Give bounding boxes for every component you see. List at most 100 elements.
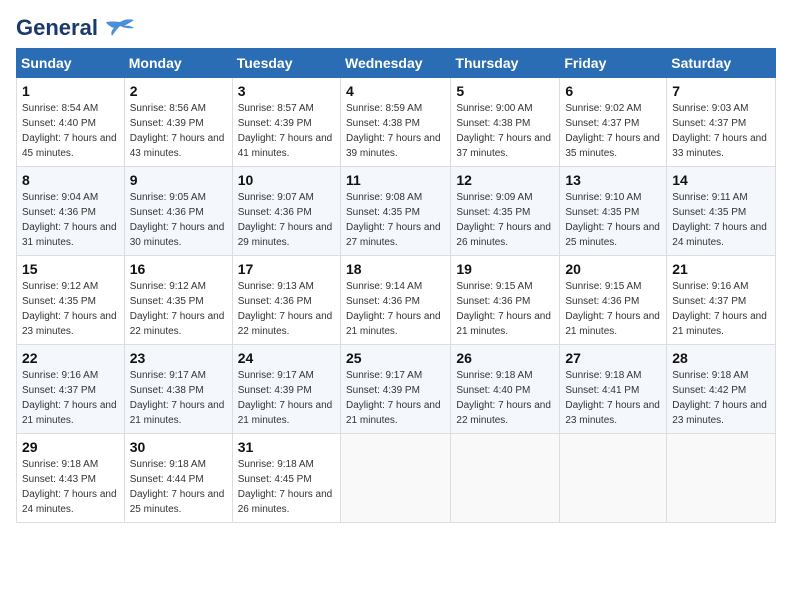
calendar-cell: 4 Sunrise: 8:59 AMSunset: 4:38 PMDayligh… [341, 78, 451, 167]
calendar-cell: 15 Sunrise: 9:12 AMSunset: 4:35 PMDaylig… [17, 256, 125, 345]
weekday-header-monday: Monday [124, 49, 232, 78]
day-detail: Sunrise: 9:18 AMSunset: 4:45 PMDaylight:… [238, 459, 333, 515]
calendar-table: SundayMondayTuesdayWednesdayThursdayFrid… [16, 48, 776, 523]
calendar-week-row: 8 Sunrise: 9:04 AMSunset: 4:36 PMDayligh… [17, 167, 776, 256]
weekday-header-thursday: Thursday [451, 49, 560, 78]
weekday-header-saturday: Saturday [667, 49, 776, 78]
calendar-cell: 8 Sunrise: 9:04 AMSunset: 4:36 PMDayligh… [17, 167, 125, 256]
calendar-cell: 1 Sunrise: 8:54 AMSunset: 4:40 PMDayligh… [17, 78, 125, 167]
day-number: 5 [456, 83, 554, 99]
day-number: 20 [565, 261, 661, 277]
day-detail: Sunrise: 9:16 AMSunset: 4:37 PMDaylight:… [672, 281, 767, 337]
day-number: 3 [238, 83, 335, 99]
calendar-week-row: 29 Sunrise: 9:18 AMSunset: 4:43 PMDaylig… [17, 434, 776, 523]
day-number: 31 [238, 439, 335, 455]
calendar-cell: 19 Sunrise: 9:15 AMSunset: 4:36 PMDaylig… [451, 256, 560, 345]
day-detail: Sunrise: 9:17 AMSunset: 4:39 PMDaylight:… [238, 370, 333, 426]
day-detail: Sunrise: 9:07 AMSunset: 4:36 PMDaylight:… [238, 192, 333, 248]
day-number: 26 [456, 350, 554, 366]
day-number: 1 [22, 83, 119, 99]
calendar-cell: 11 Sunrise: 9:08 AMSunset: 4:35 PMDaylig… [341, 167, 451, 256]
calendar-cell: 7 Sunrise: 9:03 AMSunset: 4:37 PMDayligh… [667, 78, 776, 167]
day-number: 25 [346, 350, 445, 366]
calendar-cell: 9 Sunrise: 9:05 AMSunset: 4:36 PMDayligh… [124, 167, 232, 256]
day-detail: Sunrise: 9:18 AMSunset: 4:42 PMDaylight:… [672, 370, 767, 426]
weekday-header-wednesday: Wednesday [341, 49, 451, 78]
weekday-header-friday: Friday [560, 49, 667, 78]
day-detail: Sunrise: 9:17 AMSunset: 4:38 PMDaylight:… [130, 370, 225, 426]
day-number: 21 [672, 261, 770, 277]
day-detail: Sunrise: 8:57 AMSunset: 4:39 PMDaylight:… [238, 103, 333, 159]
calendar-cell [667, 434, 776, 523]
calendar-cell [560, 434, 667, 523]
day-detail: Sunrise: 9:18 AMSunset: 4:41 PMDaylight:… [565, 370, 660, 426]
calendar-week-row: 22 Sunrise: 9:16 AMSunset: 4:37 PMDaylig… [17, 345, 776, 434]
calendar-cell: 21 Sunrise: 9:16 AMSunset: 4:37 PMDaylig… [667, 256, 776, 345]
calendar-cell: 17 Sunrise: 9:13 AMSunset: 4:36 PMDaylig… [232, 256, 340, 345]
day-detail: Sunrise: 9:00 AMSunset: 4:38 PMDaylight:… [456, 103, 551, 159]
day-detail: Sunrise: 9:02 AMSunset: 4:37 PMDaylight:… [565, 103, 660, 159]
logo-text: General [16, 16, 134, 40]
day-number: 22 [22, 350, 119, 366]
logo: General [16, 16, 134, 40]
day-number: 2 [130, 83, 227, 99]
day-detail: Sunrise: 9:15 AMSunset: 4:36 PMDaylight:… [456, 281, 551, 337]
day-number: 19 [456, 261, 554, 277]
day-detail: Sunrise: 9:18 AMSunset: 4:44 PMDaylight:… [130, 459, 225, 515]
calendar-week-row: 1 Sunrise: 8:54 AMSunset: 4:40 PMDayligh… [17, 78, 776, 167]
calendar-cell: 6 Sunrise: 9:02 AMSunset: 4:37 PMDayligh… [560, 78, 667, 167]
day-number: 11 [346, 172, 445, 188]
logo-bird-icon [106, 18, 134, 40]
day-number: 10 [238, 172, 335, 188]
day-number: 12 [456, 172, 554, 188]
calendar-cell: 20 Sunrise: 9:15 AMSunset: 4:36 PMDaylig… [560, 256, 667, 345]
calendar-cell [451, 434, 560, 523]
day-detail: Sunrise: 9:04 AMSunset: 4:36 PMDaylight:… [22, 192, 117, 248]
day-detail: Sunrise: 9:08 AMSunset: 4:35 PMDaylight:… [346, 192, 441, 248]
day-number: 13 [565, 172, 661, 188]
day-detail: Sunrise: 9:03 AMSunset: 4:37 PMDaylight:… [672, 103, 767, 159]
calendar-cell: 24 Sunrise: 9:17 AMSunset: 4:39 PMDaylig… [232, 345, 340, 434]
calendar-cell: 5 Sunrise: 9:00 AMSunset: 4:38 PMDayligh… [451, 78, 560, 167]
day-number: 30 [130, 439, 227, 455]
calendar-cell: 10 Sunrise: 9:07 AMSunset: 4:36 PMDaylig… [232, 167, 340, 256]
weekday-header-sunday: Sunday [17, 49, 125, 78]
calendar-cell: 27 Sunrise: 9:18 AMSunset: 4:41 PMDaylig… [560, 345, 667, 434]
calendar-cell: 2 Sunrise: 8:56 AMSunset: 4:39 PMDayligh… [124, 78, 232, 167]
day-number: 14 [672, 172, 770, 188]
day-number: 24 [238, 350, 335, 366]
day-detail: Sunrise: 9:15 AMSunset: 4:36 PMDaylight:… [565, 281, 660, 337]
calendar-cell: 22 Sunrise: 9:16 AMSunset: 4:37 PMDaylig… [17, 345, 125, 434]
calendar-cell: 16 Sunrise: 9:12 AMSunset: 4:35 PMDaylig… [124, 256, 232, 345]
day-number: 9 [130, 172, 227, 188]
day-detail: Sunrise: 9:12 AMSunset: 4:35 PMDaylight:… [22, 281, 117, 337]
day-detail: Sunrise: 9:09 AMSunset: 4:35 PMDaylight:… [456, 192, 551, 248]
calendar-cell: 29 Sunrise: 9:18 AMSunset: 4:43 PMDaylig… [17, 434, 125, 523]
day-detail: Sunrise: 8:59 AMSunset: 4:38 PMDaylight:… [346, 103, 441, 159]
day-number: 7 [672, 83, 770, 99]
calendar-week-row: 15 Sunrise: 9:12 AMSunset: 4:35 PMDaylig… [17, 256, 776, 345]
weekday-header-tuesday: Tuesday [232, 49, 340, 78]
day-number: 4 [346, 83, 445, 99]
day-detail: Sunrise: 9:10 AMSunset: 4:35 PMDaylight:… [565, 192, 660, 248]
day-detail: Sunrise: 9:14 AMSunset: 4:36 PMDaylight:… [346, 281, 441, 337]
calendar-cell: 13 Sunrise: 9:10 AMSunset: 4:35 PMDaylig… [560, 167, 667, 256]
day-detail: Sunrise: 9:18 AMSunset: 4:40 PMDaylight:… [456, 370, 551, 426]
day-number: 27 [565, 350, 661, 366]
calendar-cell: 30 Sunrise: 9:18 AMSunset: 4:44 PMDaylig… [124, 434, 232, 523]
calendar-cell: 23 Sunrise: 9:17 AMSunset: 4:38 PMDaylig… [124, 345, 232, 434]
day-number: 28 [672, 350, 770, 366]
day-number: 23 [130, 350, 227, 366]
day-detail: Sunrise: 9:11 AMSunset: 4:35 PMDaylight:… [672, 192, 767, 248]
day-detail: Sunrise: 9:18 AMSunset: 4:43 PMDaylight:… [22, 459, 117, 515]
day-detail: Sunrise: 9:12 AMSunset: 4:35 PMDaylight:… [130, 281, 225, 337]
day-detail: Sunrise: 9:17 AMSunset: 4:39 PMDaylight:… [346, 370, 441, 426]
weekday-header-row: SundayMondayTuesdayWednesdayThursdayFrid… [17, 49, 776, 78]
day-detail: Sunrise: 9:05 AMSunset: 4:36 PMDaylight:… [130, 192, 225, 248]
page-header: General [16, 16, 776, 40]
calendar-cell: 3 Sunrise: 8:57 AMSunset: 4:39 PMDayligh… [232, 78, 340, 167]
calendar-cell: 12 Sunrise: 9:09 AMSunset: 4:35 PMDaylig… [451, 167, 560, 256]
day-number: 15 [22, 261, 119, 277]
calendar-cell: 14 Sunrise: 9:11 AMSunset: 4:35 PMDaylig… [667, 167, 776, 256]
day-number: 29 [22, 439, 119, 455]
